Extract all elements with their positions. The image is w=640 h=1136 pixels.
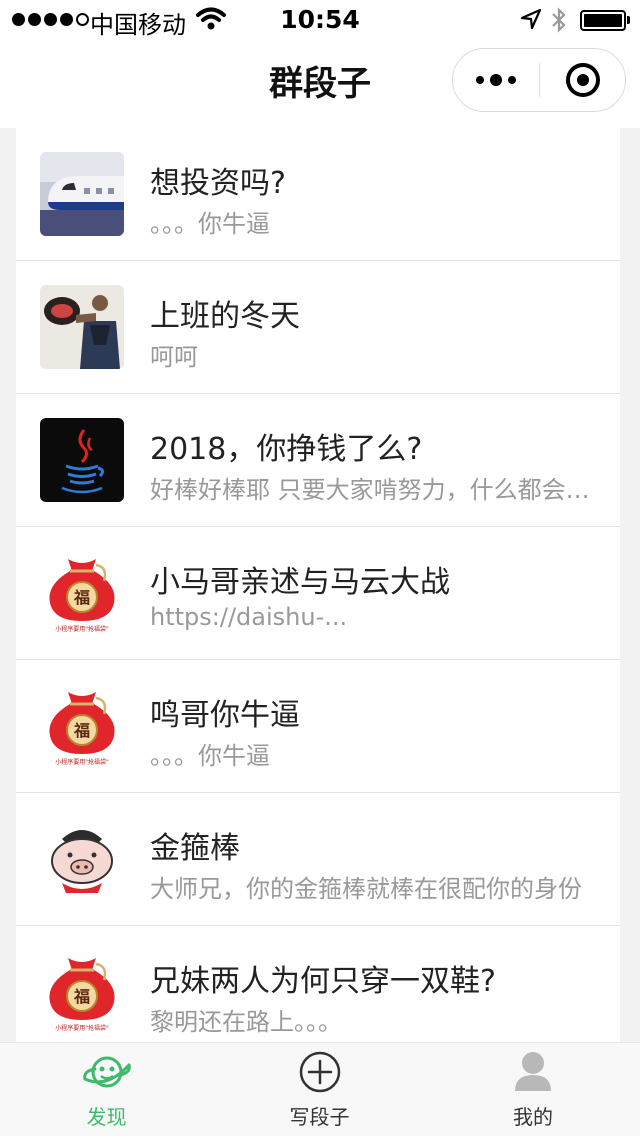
- tab-label: 写段子: [289, 1105, 350, 1129]
- fortune-bag-image: 福 小程序要用"抢福袋": [40, 684, 124, 768]
- status-time: 10:54: [280, 5, 360, 34]
- list-item[interactable]: 福 小程序要用"抢福袋" 鸣哥你牛逼 。。。你牛逼: [16, 660, 620, 793]
- target-close-icon[interactable]: [540, 49, 626, 111]
- list-item[interactable]: 上班的冬天 呵呵: [16, 261, 620, 394]
- list-item[interactable]: 福 小程序要用"抢福袋" 小马哥亲述与马云大战 https://daishu-.…: [16, 527, 620, 660]
- list-item[interactable]: 金箍棒 大师兄，你的金箍棒就棒在很配你的身份: [16, 793, 620, 926]
- tab-discover[interactable]: 发现: [0, 1043, 213, 1136]
- item-title: 鸣哥你牛逼: [150, 698, 300, 733]
- planet-icon: [82, 1056, 131, 1088]
- battery-level: [584, 14, 622, 27]
- item-title: 上班的冬天: [150, 299, 300, 334]
- bag-caption: 小程序要用"抢福袋": [55, 625, 109, 633]
- status-bar: 中国移动 10:54: [0, 0, 640, 40]
- tab-label: 我的: [513, 1105, 553, 1129]
- pig-cartoon-image: [40, 817, 124, 901]
- plus-circle-icon: [299, 1051, 340, 1093]
- item-subtitle: 大师兄，你的金箍棒就棒在很配你的身份: [150, 875, 582, 903]
- item-title: 2018，你挣钱了么?: [150, 432, 423, 467]
- tab-label: 发现: [86, 1105, 127, 1129]
- more-dots-icon[interactable]: [453, 49, 539, 111]
- item-title: 兄妹两人为何只穿一双鞋?: [150, 964, 496, 999]
- tab-mine[interactable]: 我的: [426, 1043, 640, 1136]
- item-title: 想投资吗?: [150, 166, 286, 201]
- bluetooth-icon: [552, 7, 566, 33]
- item-subtitle: 。。。你牛逼: [150, 210, 270, 238]
- content-area[interactable]: 想投资吗? 。。。你牛逼 上班的冬天 呵呵 2018，你挣钱了么? 好棒好棒耶 …: [0, 128, 640, 1042]
- bag-caption: 小程序要用"抢福袋": [55, 758, 109, 766]
- list-item[interactable]: 福 小程序要用"抢福袋" 兄妹两人为何只穿一双鞋? 黎明还在路上。。。: [16, 926, 620, 1042]
- fortune-bag-image: 福 小程序要用"抢福袋": [40, 551, 124, 635]
- user-icon: [515, 1052, 551, 1091]
- item-subtitle: https://daishu-...: [150, 603, 348, 631]
- item-subtitle: 好棒好棒耶 只要大家啃努力，什么都会有的: [150, 476, 598, 504]
- item-title: 小马哥亲述与马云大战: [150, 565, 450, 600]
- bag-character: 福: [73, 588, 90, 607]
- nav-bar: 群段子: [0, 40, 640, 128]
- bag-character: 福: [73, 721, 90, 740]
- bag-character: 福: [73, 987, 90, 1006]
- item-subtitle: 黎明还在路上。。。: [150, 1008, 342, 1036]
- list-item[interactable]: 2018，你挣钱了么? 好棒好棒耶 只要大家啃努力，什么都会有的: [16, 394, 620, 527]
- tab-write[interactable]: 写段子: [213, 1043, 426, 1136]
- item-subtitle: 。。。你牛逼: [150, 742, 270, 770]
- battery-cap: [627, 16, 630, 24]
- list-item[interactable]: 想投资吗? 。。。你牛逼: [16, 128, 620, 261]
- fortune-bag-image: 福 小程序要用"抢福袋": [40, 950, 124, 1034]
- battery-icon: [580, 10, 626, 31]
- joke-list: 想投资吗? 。。。你牛逼 上班的冬天 呵呵 2018，你挣钱了么? 好棒好棒耶 …: [16, 128, 620, 1042]
- tab-bar: 发现 写段子 我的: [0, 1042, 640, 1136]
- item-subtitle: 呵呵: [150, 343, 198, 371]
- location-arrow-icon: [520, 8, 542, 30]
- bag-caption: 小程序要用"抢福袋": [55, 1024, 109, 1032]
- airplane-image: [40, 152, 124, 236]
- mini-program-capsule: [452, 48, 626, 112]
- man-photo-image: [40, 285, 124, 369]
- item-title: 金箍棒: [150, 831, 240, 866]
- java-cup-logo: [40, 418, 124, 502]
